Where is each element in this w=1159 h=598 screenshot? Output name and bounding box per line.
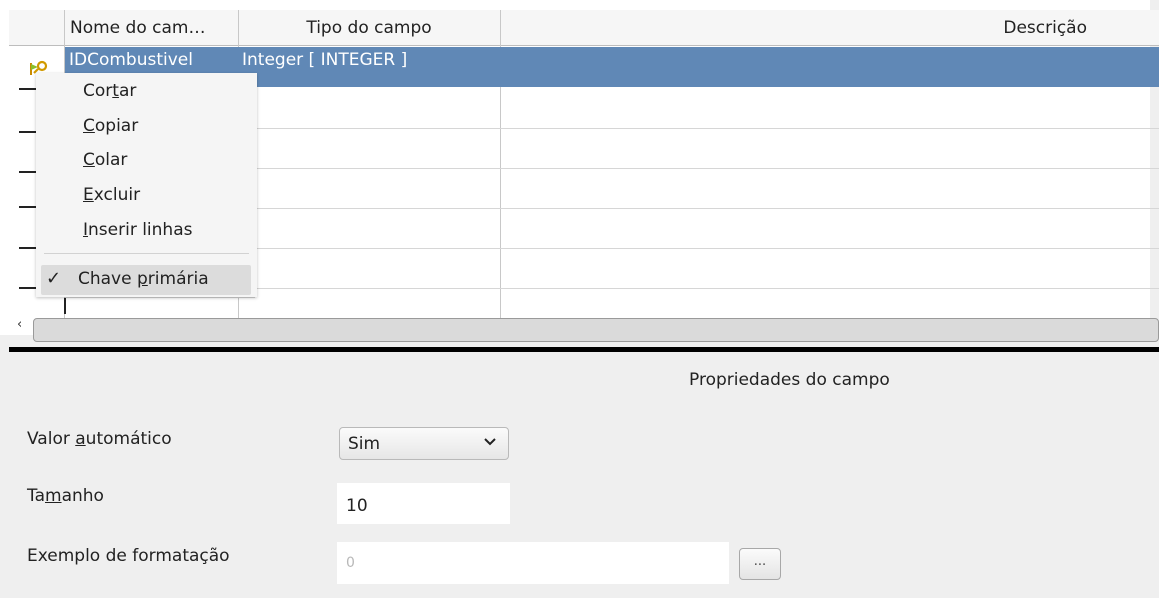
grid-line bbox=[255, 128, 1159, 129]
menu-item-cut[interactable]: Cortar bbox=[83, 81, 136, 101]
panel-divider bbox=[9, 347, 1159, 352]
size-field[interactable]: 10 bbox=[337, 483, 510, 524]
menu-item-primary-key-text: Chave bbox=[78, 269, 137, 289]
menu-item-cut-text-end: ar bbox=[118, 81, 137, 101]
column-header-type[interactable]: Tipo do campo bbox=[238, 10, 500, 46]
size-value: 10 bbox=[346, 496, 368, 516]
menu-item-delete-text: xcluir bbox=[93, 185, 141, 205]
format-example-field: 0 bbox=[337, 542, 729, 584]
size-label-text: Ta bbox=[27, 486, 45, 506]
menu-item-primary-key[interactable]: ✓ Chave primária bbox=[41, 265, 251, 295]
column-header-name[interactable]: Nome do cam… bbox=[65, 10, 238, 46]
menu-item-primary-key-text-end: rimária bbox=[147, 269, 209, 289]
field-name-cell[interactable]: IDCombustivel bbox=[69, 47, 193, 73]
menu-item-copy[interactable]: Copiar bbox=[83, 116, 138, 136]
menu-item-primary-key-mnemonic: p bbox=[137, 269, 148, 289]
menu-item-paste-text: olar bbox=[94, 150, 128, 170]
grid-line bbox=[255, 208, 1159, 209]
menu-item-delete[interactable]: Excluir bbox=[83, 185, 140, 205]
grid-line bbox=[255, 248, 1159, 249]
size-label-mnemonic: m bbox=[45, 486, 62, 506]
auto-value-label: Valor automático bbox=[27, 429, 172, 449]
menu-item-cut-mnemonic: t bbox=[112, 81, 119, 101]
auto-value-select[interactable]: Sim bbox=[339, 427, 509, 460]
menu-item-insert-rows-text: nserir linhas bbox=[88, 220, 193, 240]
row-header-corner bbox=[9, 10, 65, 46]
scroll-left-icon[interactable]: ‹ bbox=[17, 317, 22, 332]
properties-title: Propriedades do campo bbox=[689, 370, 890, 390]
checkmark-icon: ✓ bbox=[46, 268, 62, 289]
column-header-description-label: Descrição bbox=[1003, 18, 1087, 38]
format-button-label: ... bbox=[753, 554, 767, 569]
menu-item-copy-text: opiar bbox=[94, 116, 139, 136]
menu-separator bbox=[44, 253, 249, 254]
auto-value-label-text: Valor bbox=[27, 429, 76, 449]
menu-item-paste-mnemonic: C bbox=[83, 150, 95, 170]
menu-item-insert-rows[interactable]: Inserir linhas bbox=[83, 220, 192, 240]
menu-item-primary-key-label: Chave primária bbox=[78, 269, 209, 289]
size-label-text-end: anho bbox=[61, 486, 104, 506]
column-header-name-label: Nome do cam… bbox=[70, 18, 206, 38]
grid-line bbox=[65, 297, 255, 298]
menu-item-copy-mnemonic: C bbox=[83, 116, 95, 136]
text-cursor bbox=[64, 298, 66, 314]
grid-line bbox=[255, 168, 1159, 169]
column-header-description[interactable]: Descrição bbox=[500, 10, 1159, 46]
field-type-cell[interactable]: Integer [ INTEGER ] bbox=[242, 47, 407, 73]
auto-value-selected: Sim bbox=[348, 434, 381, 454]
chevron-down-icon bbox=[483, 434, 497, 454]
column-header-type-label: Tipo do campo bbox=[306, 18, 432, 38]
context-menu: Cortar Copiar Colar Excluir Inserir linh… bbox=[36, 73, 257, 297]
auto-value-label-mnemonic: a bbox=[75, 429, 86, 449]
format-example-label: Exemplo de formatação bbox=[27, 546, 230, 566]
auto-value-label-text-end: utomático bbox=[85, 429, 172, 449]
menu-item-paste[interactable]: Colar bbox=[83, 150, 127, 170]
menu-item-cut-text: Cor bbox=[83, 81, 113, 101]
format-example-value: 0 bbox=[346, 555, 355, 571]
format-button[interactable]: ... bbox=[739, 548, 781, 580]
grid-line bbox=[255, 288, 1159, 289]
horizontal-scrollbar[interactable] bbox=[33, 318, 1159, 342]
menu-item-delete-mnemonic: E bbox=[83, 185, 94, 205]
size-label: Tamanho bbox=[27, 486, 104, 506]
